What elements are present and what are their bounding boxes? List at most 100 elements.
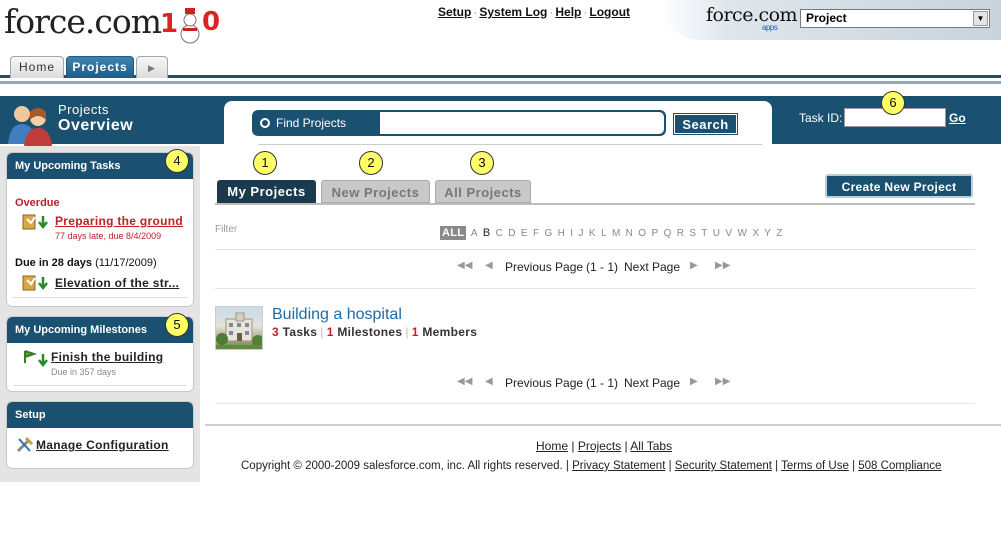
people-icon [8,106,52,146]
task-id-label: Task ID: [799,111,843,125]
system-log-link[interactable]: System Log [479,5,547,19]
force-com-logo: force.com 1 0 [4,2,220,44]
copyright-text: Copyright © 2000-2009 salesforce.com, in… [241,460,563,472]
filter-letter[interactable]: L [601,228,607,239]
milestone-link[interactable]: Finish the building [51,350,163,364]
footer-projects-link[interactable]: Projects [578,439,621,453]
tab-my-projects[interactable]: My Projects [217,180,316,203]
project-thumbnail[interactable] [215,306,263,350]
search-box: Find Projects [252,110,666,136]
pager-top: ◀◀ ◀ Previous Page (1 - 1) Next Page ▶ ▶… [455,260,735,276]
last-page-icon[interactable]: ▶▶ [715,260,730,271]
svg-text:1: 1 [160,9,177,39]
manage-configuration-link[interactable]: Manage Configuration [36,438,169,452]
filter-letter[interactable]: N [626,228,634,239]
dropdown-arrow-icon[interactable]: ▼ [973,11,988,26]
prev-page-link[interactable]: Previous Page [505,260,583,274]
next-page-link[interactable]: Next Page [624,376,680,390]
first-page-icon[interactable]: ◀◀ [457,260,472,271]
footer-nav: Home | Projects | All Tabs [536,439,673,453]
help-link[interactable]: Help [555,5,581,19]
setup-title: Setup [7,402,193,428]
prev-page-link[interactable]: Previous Page [505,376,583,390]
setup-link[interactable]: Setup [438,5,471,19]
callout-marker: 3 [470,151,494,175]
filter-all[interactable]: ALL [440,226,467,240]
tab-home[interactable]: Home [10,56,64,78]
due-heading: Due in 28 days (11/17/2009) [15,257,157,269]
due-label: Due in 28 days [15,257,93,269]
go-button[interactable]: Go [949,111,966,125]
filter-letter[interactable]: Y [764,228,771,239]
filter-letter[interactable]: X [752,228,759,239]
tab-more[interactable]: ▶ [136,56,168,78]
tab-new-projects[interactable]: New Projects [321,180,430,203]
svg-text:0: 0 [202,7,219,37]
filter-letter[interactable]: I [570,228,573,239]
next-page-icon[interactable]: ▶ [690,376,698,387]
tab-all-projects[interactable]: All Projects [435,180,531,203]
footer-all-tabs-link[interactable]: All Tabs [630,439,672,453]
tasks-label: Tasks [282,325,318,339]
divider [215,403,975,404]
tools-icon [16,436,34,453]
compliance-link[interactable]: 508 Compliance [858,460,941,472]
filter-letter[interactable]: C [496,228,504,239]
header: force.com 1 0 Setup · System Log · Help · Logo… [0,0,1001,78]
filter-letter[interactable]: E [521,228,528,239]
pager-bottom: ◀◀ ◀ Previous Page (1 - 1) Next Page ▶ ▶… [455,376,735,392]
filter-letter[interactable]: Q [664,228,672,239]
footer-home-link[interactable]: Home [536,439,568,453]
members-count: 1 [411,325,419,339]
filter-letter[interactable]: H [558,228,566,239]
task-icon [22,275,48,291]
top-links: Setup · System Log · Help · Logout [438,5,631,19]
tab-projects[interactable]: Projects [66,56,134,78]
filter-letter[interactable]: U [713,228,721,239]
project-title-link[interactable]: Building a hospital [272,306,402,324]
search-label: Find Projects [252,110,380,136]
filter-letter[interactable]: T [701,228,707,239]
search-label-text: Find Projects [276,116,347,130]
first-page-icon[interactable]: ◀◀ [457,376,472,387]
search-input[interactable] [380,112,664,134]
privacy-link[interactable]: Privacy Statement [572,460,665,472]
logout-link[interactable]: Logout [589,5,630,19]
overdue-task-link[interactable]: Preparing the ground [55,214,183,228]
app-tab-bar: Home Projects ▶ [0,54,1001,78]
filter-letter[interactable]: O [638,228,646,239]
due-task-link[interactable]: Elevation of the str... [55,276,179,290]
next-page-link[interactable]: Next Page [624,260,680,274]
filter-letter[interactable]: A [471,228,478,239]
filter-letter[interactable]: M [612,228,621,239]
filter-label: Filter [215,224,238,235]
filter-letter[interactable]: R [677,228,685,239]
filter-letter[interactable]: F [533,228,539,239]
force-com-apps-logo: force.com apps [706,4,798,32]
prev-page-icon[interactable]: ◀ [485,376,493,387]
filter-letter[interactable]: K [589,228,596,239]
footer-copyright: Copyright © 2000-2009 salesforce.com, in… [241,460,942,472]
filter-letter[interactable]: V [725,228,732,239]
filter-letter[interactable]: D [508,228,516,239]
page-title-small: Projects [58,102,109,117]
filter-letter[interactable]: G [544,228,552,239]
filter-letter[interactable]: J [578,228,583,239]
search-button[interactable]: Search [673,113,738,135]
app-selector[interactable]: Project ▼ [800,9,990,28]
filter-letter[interactable]: Z [776,228,782,239]
filter-letter[interactable]: W [737,228,747,239]
next-page-icon[interactable]: ▶ [690,260,698,271]
security-link[interactable]: Security Statement [675,460,772,472]
terms-link[interactable]: Terms of Use [781,460,849,472]
filter-letter[interactable]: B [483,227,491,239]
last-page-icon[interactable]: ▶▶ [715,376,730,387]
footer-divider [205,424,1001,426]
project-stats: 3 Tasks | 1 Milestones | 1 Members [272,325,478,339]
filter-letter[interactable]: P [651,228,658,239]
filter-letter[interactable]: S [689,228,696,239]
divider [215,288,975,289]
tabs-underline [215,203,975,205]
prev-page-icon[interactable]: ◀ [485,260,493,271]
create-new-project-button[interactable]: Create New Project [825,174,973,198]
